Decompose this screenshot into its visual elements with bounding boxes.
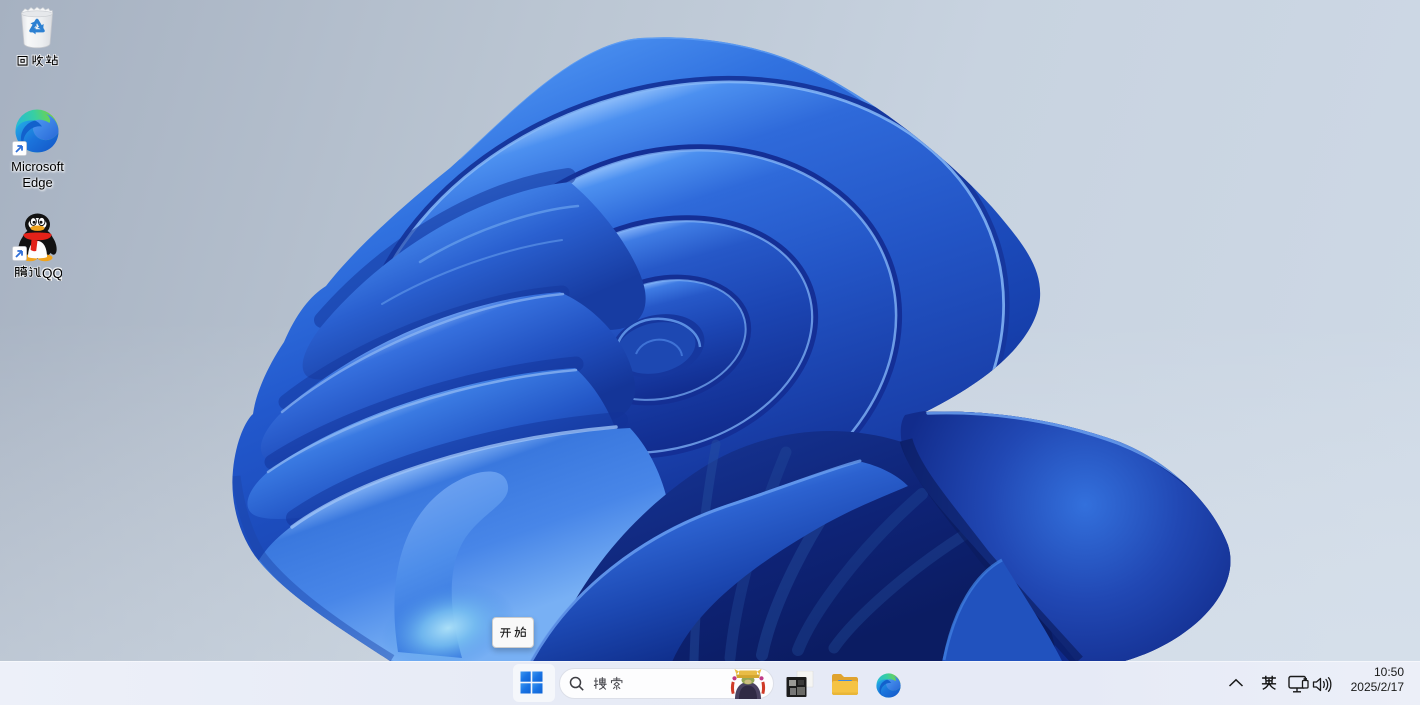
svg-text:QQ: QQ — [42, 266, 62, 281]
